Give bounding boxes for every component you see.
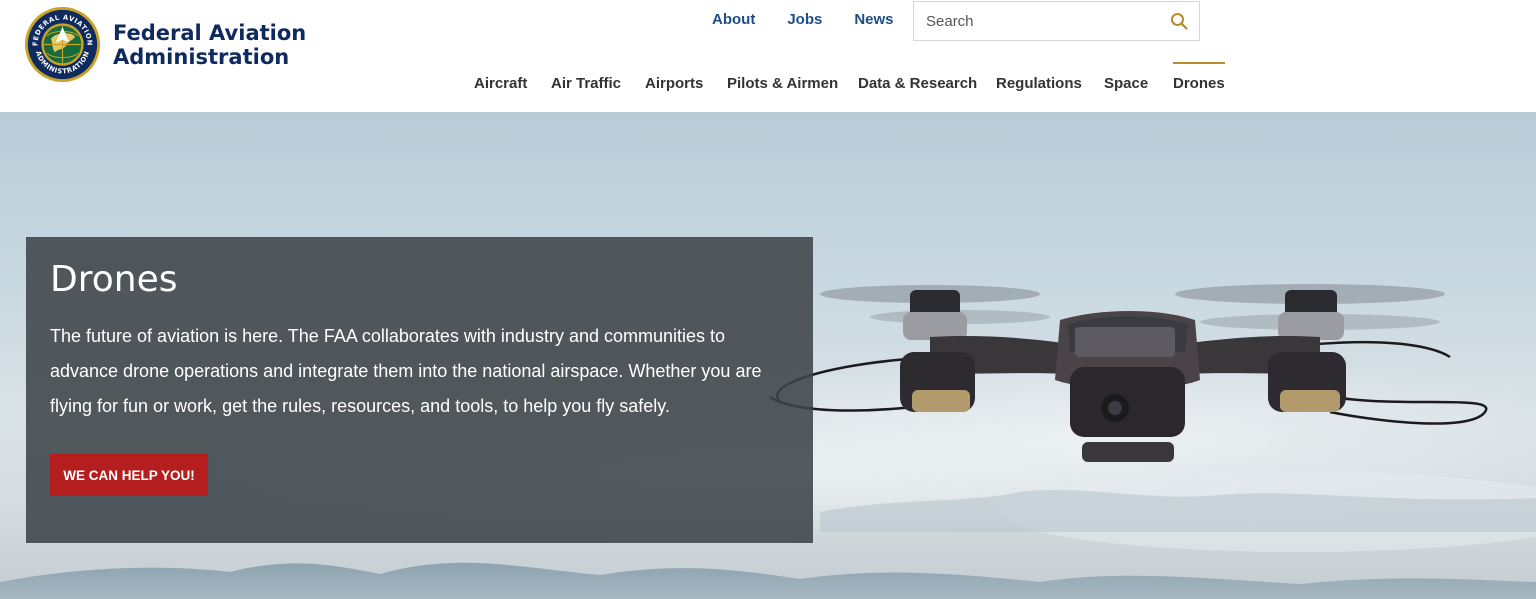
search-input[interactable] <box>914 2 1159 40</box>
utility-link-jobs[interactable]: Jobs <box>787 11 822 28</box>
utility-link-about[interactable]: About <box>712 11 755 28</box>
hero-banner: Drones The future of aviation is here. T… <box>0 112 1536 599</box>
agency-name-line1: Federal Aviation <box>113 20 307 45</box>
nav-item-drones[interactable]: Drones <box>1173 62 1225 92</box>
nav-item-aircraft[interactable]: Aircraft <box>474 75 527 92</box>
nav-item-data-research[interactable]: Data & Research <box>858 75 977 92</box>
hero-description: The future of aviation is here. The FAA … <box>50 326 762 416</box>
search-button[interactable] <box>1159 2 1199 40</box>
nav-item-pilots-airmen[interactable]: Pilots & Airmen <box>727 75 838 92</box>
hero-title: Drones <box>50 259 178 300</box>
main-nav: Aircraft Air Traffic Airports Pilots & A… <box>0 62 1536 95</box>
search-box <box>913 1 1200 41</box>
home-logo-link[interactable]: FEDERAL AVIATION ADMINISTRATION Federal … <box>24 6 306 83</box>
hero-panel: Drones The future of aviation is here. T… <box>26 237 813 543</box>
we-can-help-button[interactable]: WE CAN HELP YOU! <box>50 454 208 496</box>
site-header: FEDERAL AVIATION ADMINISTRATION Federal … <box>0 0 1536 112</box>
agency-name-line2: Administration <box>113 44 290 69</box>
agency-name: Federal Aviation Administration <box>113 21 306 69</box>
nav-item-regulations[interactable]: Regulations <box>996 75 1082 92</box>
nav-item-air-traffic[interactable]: Air Traffic <box>551 75 621 92</box>
nav-item-space[interactable]: Space <box>1104 75 1148 92</box>
search-icon <box>1171 13 1188 30</box>
utility-link-news[interactable]: News <box>854 11 893 28</box>
utility-nav: About Jobs News <box>712 11 921 28</box>
faa-seal-icon: FEDERAL AVIATION ADMINISTRATION <box>24 6 101 83</box>
nav-item-airports[interactable]: Airports <box>645 75 703 92</box>
